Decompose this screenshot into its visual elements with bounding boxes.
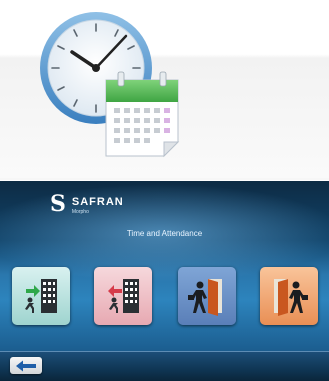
bottom-toolbar [0, 351, 329, 381]
screen-title: Time and Attendance [126, 229, 203, 238]
person-enter-building-icon [25, 279, 57, 313]
break-out-door-tile[interactable] [260, 267, 318, 325]
safran-s-logo-icon: S [50, 191, 66, 217]
person-exit-door-icon [274, 279, 308, 316]
clock-in-building-tile[interactable] [12, 267, 70, 325]
clock-calendar-icon [40, 12, 180, 158]
action-tiles [12, 267, 318, 327]
brand-logo: S SAFRAN Morpho [50, 193, 124, 217]
break-in-door-tile[interactable] [178, 267, 236, 325]
clock-out-building-tile[interactable] [94, 267, 152, 325]
person-exit-building-icon [108, 279, 139, 313]
person-enter-door-icon [188, 279, 222, 316]
terminal-screen: S SAFRAN Morpho Time and Attendance [0, 181, 329, 381]
back-button[interactable] [10, 357, 42, 374]
brand-subname: Morpho [71, 209, 89, 215]
top-area [0, 0, 329, 180]
brand-text: SAFRAN Morpho [72, 193, 124, 215]
brand-name: SAFRAN [71, 196, 124, 208]
arrow-left-icon [16, 360, 36, 371]
